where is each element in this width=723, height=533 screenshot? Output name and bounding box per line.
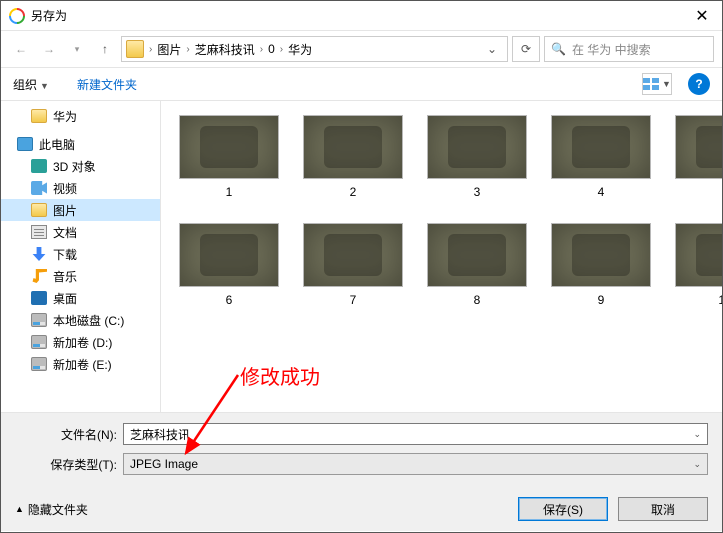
search-icon: 🔍 (551, 42, 566, 56)
thumbnail-label: 3 (474, 185, 481, 199)
filename-input[interactable]: 芝麻科技讯⌄ (123, 423, 708, 445)
cube-icon (31, 159, 47, 173)
sidebar-item-1[interactable]: 视频 (1, 177, 160, 199)
thumbnail-image (303, 115, 403, 179)
thumbnail-image (427, 115, 527, 179)
thumbnail-6[interactable]: 6 (179, 223, 279, 307)
thumbnail-image (303, 223, 403, 287)
thumbnail-3[interactable]: 3 (427, 115, 527, 199)
crumb-0[interactable]: 图片 (155, 41, 183, 58)
sidebar-item-7[interactable]: 本地磁盘 (C:) (1, 309, 160, 331)
thumbnail-9[interactable]: 9 (551, 223, 651, 307)
thumbnail-10[interactable]: 10 (675, 223, 722, 307)
thumbnail-image (551, 115, 651, 179)
thumbnail-7[interactable]: 7 (303, 223, 403, 307)
thumbnail-label: 2 (350, 185, 357, 199)
breadcrumb[interactable]: › 图片› 芝麻科技讯› 0› 华为 ⌄ (121, 36, 508, 62)
sidebar-item-current-folder[interactable]: 华为 (1, 105, 160, 127)
sidebar-item-2[interactable]: 图片 (1, 199, 160, 221)
sidebar-item-4[interactable]: 下载 (1, 243, 160, 265)
organize-menu[interactable]: 组织▼ (13, 76, 49, 93)
sidebar-item-8[interactable]: 新加卷 (D:) (1, 331, 160, 353)
disk-icon (31, 313, 47, 327)
close-button[interactable]: ✕ (682, 1, 722, 31)
search-placeholder: 在 华为 中搜索 (572, 41, 707, 58)
pc-icon (17, 137, 33, 151)
chevron-down-icon[interactable]: ⌄ (693, 459, 701, 470)
thumbnail-5[interactable]: 5 (675, 115, 722, 199)
music-icon (31, 269, 47, 283)
thumbnail-label: 10 (718, 293, 722, 307)
new-folder-button[interactable]: 新建文件夹 (77, 76, 137, 93)
dl-icon (31, 247, 47, 261)
thumbnail-1[interactable]: 1 (179, 115, 279, 199)
doc-icon (31, 225, 47, 239)
sidebar-item-this-pc[interactable]: 此电脑 (1, 133, 160, 155)
file-grid: 1 2 3 4 5 6 7 8 9 10 (161, 101, 722, 412)
sidebar: 华为 此电脑 3D 对象视频图片文档下载音乐桌面本地磁盘 (C:)新加卷 (D:… (1, 101, 161, 412)
thumbnail-label: 8 (474, 293, 481, 307)
thumbnail-label: 6 (226, 293, 233, 307)
help-button[interactable]: ? (688, 73, 710, 95)
filetype-label: 保存类型(T): (15, 456, 123, 473)
forward-button: → (37, 37, 61, 61)
crumb-2[interactable]: 0 (266, 42, 277, 56)
disk-icon (31, 357, 47, 371)
disk-icon (31, 335, 47, 349)
sidebar-item-3[interactable]: 文档 (1, 221, 160, 243)
back-button[interactable]: ← (9, 37, 33, 61)
thumbnail-image (551, 223, 651, 287)
folder-icon (126, 40, 144, 58)
thumbnail-label: 9 (598, 293, 605, 307)
thumbnail-image (179, 115, 279, 179)
sidebar-item-9[interactable]: 新加卷 (E:) (1, 353, 160, 375)
folder-icon (31, 203, 47, 217)
hide-folders-toggle[interactable]: ▲隐藏文件夹 (15, 501, 88, 518)
thumbnail-image (675, 223, 722, 287)
filetype-select[interactable]: JPEG Image⌄ (123, 453, 708, 475)
crumb-3[interactable]: 华为 (286, 41, 314, 58)
sidebar-item-6[interactable]: 桌面 (1, 287, 160, 309)
thumbnail-2[interactable]: 2 (303, 115, 403, 199)
recent-dropdown[interactable]: ▾ (65, 37, 89, 61)
view-mode-button[interactable]: ▼ (642, 73, 672, 95)
thumbnail-label: 7 (350, 293, 357, 307)
refresh-button[interactable]: ⟳ (512, 36, 540, 62)
search-input[interactable]: 🔍 在 华为 中搜索 (544, 36, 714, 62)
thumbnail-image (179, 223, 279, 287)
thumbnail-8[interactable]: 8 (427, 223, 527, 307)
sidebar-item-5[interactable]: 音乐 (1, 265, 160, 287)
app-logo-icon (9, 8, 25, 24)
thumbnail-image (427, 223, 527, 287)
breadcrumb-dropdown[interactable]: ⌄ (481, 42, 503, 56)
desk-icon (31, 291, 47, 305)
folder-icon (31, 109, 47, 123)
thumbnail-image (675, 115, 722, 179)
thumbnail-label: 4 (598, 185, 605, 199)
cancel-button[interactable]: 取消 (618, 497, 708, 521)
video-icon (31, 181, 47, 195)
thumbnail-label: 1 (226, 185, 233, 199)
up-button[interactable]: ↑ (93, 37, 117, 61)
sidebar-item-0[interactable]: 3D 对象 (1, 155, 160, 177)
filename-label: 文件名(N): (15, 426, 123, 443)
save-button[interactable]: 保存(S) (518, 497, 608, 521)
window-title: 另存为 (31, 7, 682, 24)
thumbnail-4[interactable]: 4 (551, 115, 651, 199)
crumb-1[interactable]: 芝麻科技讯 (193, 41, 257, 58)
chevron-down-icon[interactable]: ⌄ (693, 429, 701, 440)
